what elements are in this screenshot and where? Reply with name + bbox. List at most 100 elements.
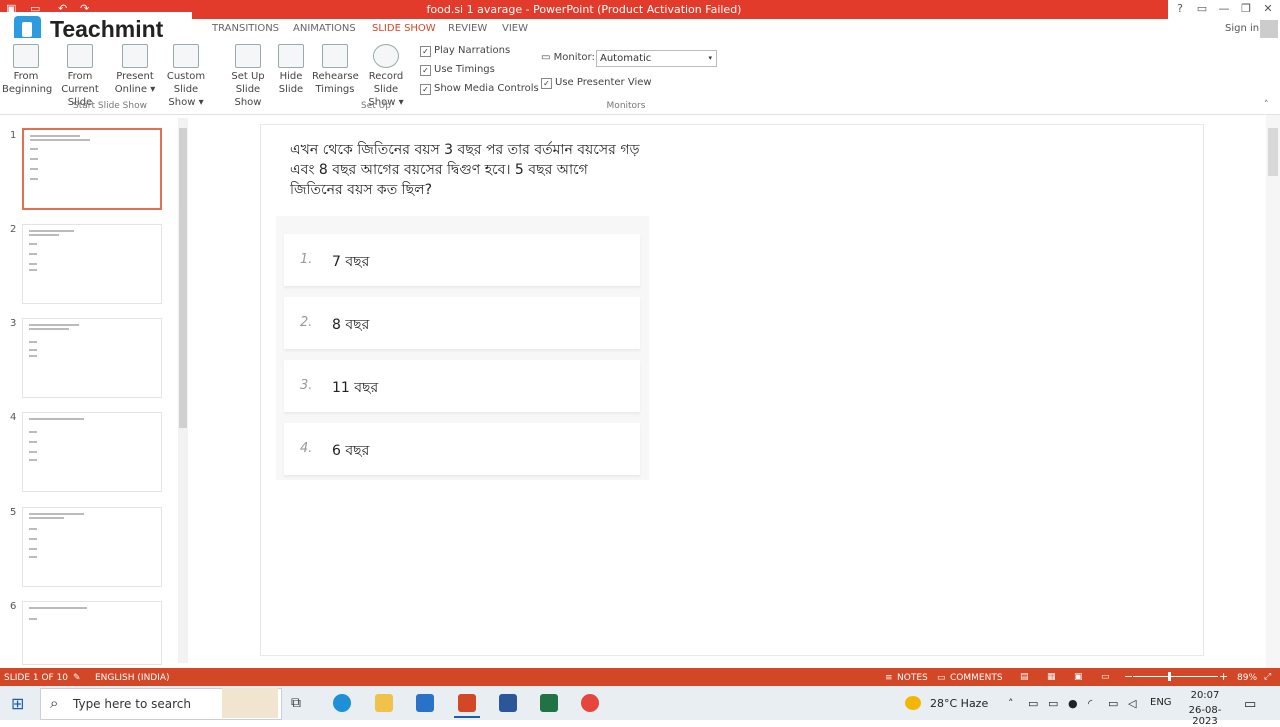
close-button[interactable]: ✕ bbox=[1258, 2, 1278, 15]
group-label-monitors: Monitors bbox=[606, 101, 646, 111]
notes-button[interactable]: NOTES bbox=[897, 673, 928, 683]
slide-sorter-icon[interactable]: ▦ bbox=[1047, 672, 1056, 682]
set-up-slide-show-button[interactable]: Set Up Slide Show bbox=[222, 44, 274, 109]
record-icon bbox=[373, 44, 399, 68]
button-label: Online ▾ bbox=[114, 84, 156, 95]
help-button[interactable]: ? bbox=[1170, 2, 1190, 15]
slideshow-current-icon bbox=[67, 44, 93, 68]
tab-slide-show[interactable]: SLIDE SHOW bbox=[372, 23, 436, 34]
weather-icon bbox=[905, 696, 921, 710]
custom-slide-show-button[interactable]: Custom Slide Show ▾ bbox=[156, 44, 216, 109]
zoom-out-button[interactable]: − bbox=[1124, 670, 1133, 683]
option-number: 4. bbox=[300, 441, 313, 456]
option-3[interactable]: 3. 11 বছর bbox=[284, 360, 640, 412]
zoom-level[interactable]: 89% bbox=[1237, 673, 1257, 683]
show-media-controls-checkbox[interactable]: ✓ Show Media Controls bbox=[420, 83, 539, 95]
from-beginning-button[interactable]: From Beginning bbox=[2, 44, 52, 96]
excel-icon[interactable] bbox=[540, 694, 558, 712]
tab-view[interactable]: VIEW bbox=[502, 23, 528, 34]
tray-app-icon-2[interactable]: ▭ bbox=[1048, 697, 1058, 710]
mail-icon[interactable] bbox=[416, 694, 434, 712]
comments-button[interactable]: COMMENTS bbox=[950, 673, 1003, 683]
tab-transitions[interactable]: TRANSITIONS bbox=[212, 23, 279, 34]
slide-thumbnail-2[interactable] bbox=[22, 224, 162, 304]
tray-app-icon[interactable]: ▭ bbox=[1028, 697, 1038, 710]
zoom-slider-handle[interactable] bbox=[1168, 672, 1171, 681]
present-online-button[interactable]: Present Online ▾ bbox=[112, 44, 158, 96]
tab-review[interactable]: REVIEW bbox=[448, 23, 487, 34]
thumbnail-number: 2 bbox=[10, 224, 17, 235]
minimize-button[interactable]: — bbox=[1214, 2, 1234, 15]
tab-animations[interactable]: ANIMATIONS bbox=[293, 23, 356, 34]
volume-icon[interactable]: ◁ bbox=[1128, 697, 1136, 710]
option-number: 2. bbox=[300, 315, 313, 330]
option-number: 3. bbox=[300, 378, 313, 393]
monitor-label: ▭ Monitor: bbox=[541, 52, 595, 63]
thumbnail-number: 6 bbox=[10, 601, 17, 612]
monitor-select[interactable]: Automatic ▾ bbox=[596, 50, 717, 67]
option-2[interactable]: 2. 8 বছর bbox=[284, 297, 640, 349]
normal-view-icon[interactable]: ▤ bbox=[1020, 672, 1029, 682]
record-slide-show-button[interactable]: Record Slide Show ▾ bbox=[356, 44, 416, 109]
edge-icon[interactable] bbox=[333, 694, 351, 712]
slide-scrollbar[interactable] bbox=[1266, 115, 1280, 668]
option-text: 11 বছর bbox=[332, 380, 379, 396]
language-tray[interactable]: ENG bbox=[1150, 697, 1172, 708]
thumbnail-scrollbar-thumb[interactable] bbox=[179, 128, 187, 428]
play-narrations-checkbox[interactable]: ✓ Play Narrations bbox=[420, 45, 510, 57]
setup-icon bbox=[235, 44, 261, 68]
zoom-in-button[interactable]: + bbox=[1219, 670, 1228, 683]
word-icon[interactable] bbox=[499, 694, 517, 712]
zoom-slider[interactable] bbox=[1133, 676, 1218, 677]
language-indicator[interactable]: ENGLISH (INDIA) bbox=[95, 673, 170, 683]
search-highlight-image bbox=[222, 688, 278, 718]
slide-thumbnail-1[interactable] bbox=[22, 128, 162, 210]
button-label: From bbox=[67, 71, 93, 82]
slide-thumbnail-5[interactable] bbox=[22, 507, 162, 587]
hide-slide-button[interactable]: Hide Slide bbox=[276, 44, 306, 96]
option-4[interactable]: 4. 6 বছর bbox=[284, 423, 640, 475]
windows-start-icon[interactable]: ⊞ bbox=[11, 694, 24, 713]
rehearse-timings-button[interactable]: Rehearse Timings bbox=[312, 44, 359, 96]
clock-date[interactable]: 26-08-2023 bbox=[1176, 705, 1234, 727]
slideshow-view-icon[interactable]: ▭ bbox=[1101, 672, 1110, 682]
task-view-icon[interactable]: ⧉ bbox=[291, 695, 301, 711]
slide-scrollbar-thumb[interactable] bbox=[1268, 128, 1278, 176]
clock-time[interactable]: 20:07 bbox=[1180, 690, 1230, 701]
monitor-icon: ▭ bbox=[541, 52, 554, 63]
battery-icon[interactable]: ▭ bbox=[1108, 697, 1118, 710]
notification-icon[interactable]: ▭ bbox=[1244, 697, 1256, 712]
ribbon-display-button[interactable]: ▭ bbox=[1192, 2, 1212, 15]
slide-counter: SLIDE 1 OF 10 bbox=[4, 673, 69, 683]
weather-text[interactable]: 28°C Haze bbox=[930, 697, 988, 710]
reading-view-icon[interactable]: ▣ bbox=[1074, 672, 1083, 682]
collapse-ribbon-icon[interactable]: ˄ bbox=[1264, 100, 1269, 110]
button-label: Custom Slide bbox=[166, 71, 206, 95]
option-1[interactable]: 1. 7 বছর bbox=[284, 234, 640, 286]
thumbnail-number: 1 bbox=[10, 130, 17, 141]
slideshow-start-icon bbox=[13, 44, 39, 68]
slide-thumbnail-6[interactable] bbox=[22, 601, 162, 665]
wifi-icon[interactable]: ◜ bbox=[1088, 697, 1092, 710]
use-presenter-view-checkbox[interactable]: ✓ Use Presenter View bbox=[541, 77, 652, 89]
question-text[interactable]: এখন থেকে জিতিনের বয়স 3 বছর পর তার বর্তম… bbox=[290, 140, 640, 200]
fit-slide-icon[interactable]: ⤢ bbox=[1264, 672, 1271, 682]
show-hidden-icons-icon[interactable]: ˄ bbox=[1008, 697, 1014, 710]
file-explorer-icon[interactable] bbox=[375, 694, 393, 712]
microphone-icon[interactable]: ● bbox=[1068, 697, 1078, 710]
use-timings-checkbox[interactable]: ✓ Use Timings bbox=[420, 64, 495, 76]
button-label: Timings bbox=[315, 84, 355, 95]
thumbnail-number: 4 bbox=[10, 412, 17, 423]
powerpoint-taskbar-icon[interactable] bbox=[458, 694, 476, 712]
slide-thumbnail-3[interactable] bbox=[22, 318, 162, 398]
avatar[interactable] bbox=[1260, 20, 1278, 38]
group-label-start-slide-show: Start Slide Show bbox=[73, 101, 147, 111]
from-current-slide-button[interactable]: From Current Slide bbox=[50, 44, 110, 109]
checkmark-icon: ✓ bbox=[420, 84, 431, 95]
slide-thumbnail-4[interactable] bbox=[22, 412, 162, 492]
checkmark-icon: ✓ bbox=[541, 78, 552, 89]
restore-button[interactable]: ❐ bbox=[1236, 2, 1256, 15]
chrome-icon[interactable] bbox=[581, 694, 599, 712]
sign-in-link[interactable]: Sign in bbox=[1225, 23, 1259, 34]
spellcheck-icon[interactable]: ✎ bbox=[73, 673, 81, 683]
